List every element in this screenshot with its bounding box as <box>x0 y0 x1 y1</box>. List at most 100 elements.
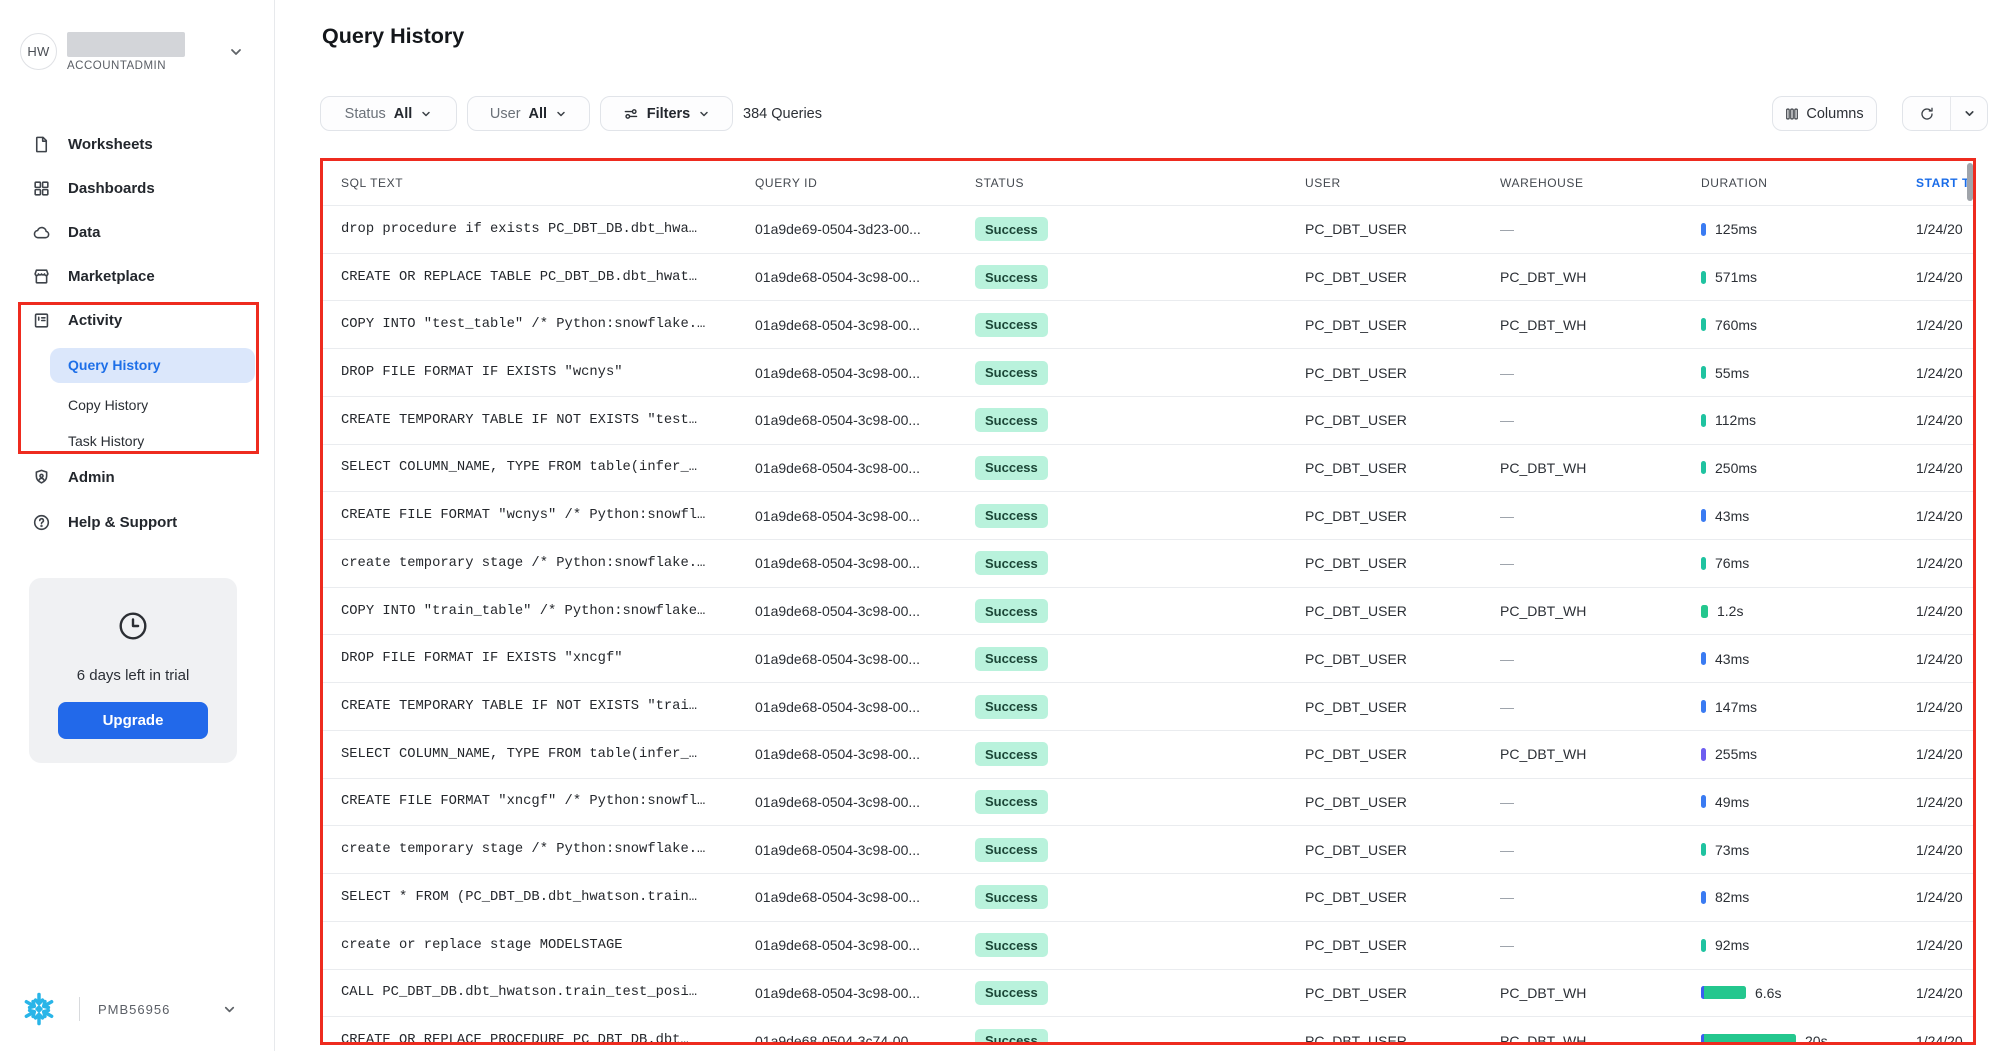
table-row[interactable]: DROP FILE FORMAT IF EXISTS "xncgf" 01a9d… <box>323 635 1973 683</box>
start-time-cell: 1/24/20 <box>1916 412 1976 428</box>
page-title: Query History <box>322 24 464 49</box>
duration-value: 20s <box>1805 1033 1828 1045</box>
query-id-cell: 01a9de68-0504-3c98-00... <box>755 555 975 571</box>
sidebar-item-worksheets[interactable]: Worksheets <box>0 123 275 167</box>
status-filter-label: Status <box>345 106 386 122</box>
table-row[interactable]: SELECT COLUMN_NAME, TYPE FROM table(infe… <box>323 731 1973 779</box>
status-badge: Success <box>975 790 1048 814</box>
duration-bar <box>1701 605 1708 618</box>
duration-value: 147ms <box>1715 699 1757 715</box>
duration-bar <box>1701 318 1706 331</box>
snowflake-logo[interactable] <box>20 990 58 1028</box>
account-chevron-down-icon[interactable] <box>228 44 244 60</box>
refresh-button[interactable] <box>1903 97 1951 130</box>
status-cell: Success <box>975 599 1305 623</box>
sidebar-item-activity[interactable]: Activity <box>0 299 275 343</box>
table-row[interactable]: CALL PC_DBT_DB.dbt_hwatson.train_test_po… <box>323 970 1973 1018</box>
vertical-scrollbar-thumb[interactable] <box>1967 163 1973 201</box>
sql-text-cell: create temporary stage /* Python:snowfla… <box>323 556 755 571</box>
table-row[interactable]: CREATE OR REPLACE TABLE PC_DBT_DB.dbt_hw… <box>323 254 1973 302</box>
table-row[interactable]: create temporary stage /* Python:snowfla… <box>323 540 1973 588</box>
table-row[interactable]: create temporary stage /* Python:snowfla… <box>323 826 1973 874</box>
table-row[interactable]: CREATE OR REPLACE PROCEDURE PC_DBT_DB.db… <box>323 1017 1973 1045</box>
status-cell: Success <box>975 313 1305 337</box>
start-time-cell: 1/24/20 <box>1916 221 1976 237</box>
duration-cell: 82ms <box>1701 889 1916 905</box>
start-time-cell: 1/24/20 <box>1916 746 1976 762</box>
start-time-cell: 1/24/20 <box>1916 508 1976 524</box>
refresh-split-button <box>1902 96 1988 131</box>
status-cell: Success <box>975 885 1305 909</box>
duration-value: 49ms <box>1715 794 1749 810</box>
duration-cell: 20s <box>1701 1033 1916 1045</box>
warehouse-cell: — <box>1500 794 1701 810</box>
warehouse-cell: PC_DBT_WH <box>1500 317 1701 333</box>
columns-button[interactable]: Columns <box>1772 96 1877 131</box>
user-cell: PC_DBT_USER <box>1305 603 1500 619</box>
warehouse-cell: PC_DBT_WH <box>1500 603 1701 619</box>
status-badge: Success <box>975 361 1048 385</box>
table-row[interactable]: DROP FILE FORMAT IF EXISTS "wcnys" 01a9d… <box>323 349 1973 397</box>
start-time-cell: 1/24/20 <box>1916 365 1976 381</box>
start-time-cell: 1/24/20 <box>1916 269 1976 285</box>
table-row[interactable]: COPY INTO "test_table" /* Python:snowfla… <box>323 301 1973 349</box>
avatar[interactable]: HW <box>20 33 57 70</box>
sql-text-cell: CREATE TEMPORARY TABLE IF NOT EXISTS "te… <box>323 413 755 428</box>
start-time-cell: 1/24/20 <box>1916 842 1976 858</box>
refresh-options-chevron[interactable] <box>1951 97 1987 130</box>
sql-text-cell: SELECT * FROM (PC_DBT_DB.dbt_hwatson.tra… <box>323 890 755 905</box>
status-badge: Success <box>975 408 1048 432</box>
sidebar-item-admin[interactable]: Admin <box>0 456 275 500</box>
table-row[interactable]: SELECT COLUMN_NAME, TYPE FROM table(infe… <box>323 445 1973 493</box>
query-id-cell: 01a9de68-0504-3c98-00... <box>755 937 975 953</box>
sidebar-item-help-support[interactable]: Help & Support <box>0 501 275 545</box>
sidebar-item-dashboards[interactable]: Dashboards <box>0 167 275 211</box>
table-row[interactable]: CREATE FILE FORMAT "wcnys" /* Python:sno… <box>323 492 1973 540</box>
table-row[interactable]: COPY INTO "train_table" /* Python:snowfl… <box>323 588 1973 636</box>
sql-text-cell: DROP FILE FORMAT IF EXISTS "wcnys" <box>323 365 755 380</box>
column-header-query-id[interactable]: QUERY ID <box>755 176 975 190</box>
warehouse-cell: — <box>1500 555 1701 571</box>
column-header-duration[interactable]: DURATION <box>1701 176 1916 190</box>
sidebar-item-data[interactable]: Data <box>0 211 275 255</box>
footer-chevron-down-icon[interactable] <box>222 1002 237 1017</box>
query-id-cell: 01a9de68-0504-3c98-00... <box>755 365 975 381</box>
upgrade-button[interactable]: Upgrade <box>58 702 208 739</box>
table-row[interactable]: CREATE TEMPORARY TABLE IF NOT EXISTS "te… <box>323 397 1973 445</box>
user-cell: PC_DBT_USER <box>1305 794 1500 810</box>
sidebar-item-label: Marketplace <box>68 255 155 299</box>
status-filter[interactable]: Status All <box>320 96 457 131</box>
sidebar-item-copy-history[interactable]: Copy History <box>68 391 148 419</box>
sidebar-item-task-history[interactable]: Task History <box>68 427 144 455</box>
duration-value: 55ms <box>1715 365 1749 381</box>
sidebar-item-marketplace[interactable]: Marketplace <box>0 255 275 299</box>
table-row[interactable]: drop procedure if exists PC_DBT_DB.dbt_h… <box>323 206 1973 254</box>
status-badge: Success <box>975 456 1048 480</box>
status-badge: Success <box>975 265 1048 289</box>
query-id-cell: 01a9de68-0504-3c98-00... <box>755 842 975 858</box>
duration-bar <box>1701 652 1706 665</box>
dashboards-icon <box>32 179 51 198</box>
column-header-warehouse[interactable]: WAREHOUSE <box>1500 176 1701 190</box>
sql-text-cell: SELECT COLUMN_NAME, TYPE FROM table(infe… <box>323 460 755 475</box>
warehouse-cell: — <box>1500 221 1701 237</box>
duration-cell: 73ms <box>1701 842 1916 858</box>
table-row[interactable]: create or replace stage MODELSTAGE 01a9d… <box>323 922 1973 970</box>
column-header-status[interactable]: STATUS <box>975 176 1305 190</box>
worksheets-icon <box>32 135 51 154</box>
column-header-user[interactable]: USER <box>1305 176 1500 190</box>
column-header-sql-text[interactable]: SQL TEXT <box>323 176 755 190</box>
user-filter-label: User <box>490 106 521 122</box>
table-row[interactable]: SELECT * FROM (PC_DBT_DB.dbt_hwatson.tra… <box>323 874 1973 922</box>
user-filter[interactable]: User All <box>467 96 590 131</box>
chevron-down-icon <box>420 108 432 120</box>
duration-bar <box>1701 223 1706 236</box>
account-code[interactable]: PMB56956 <box>98 1002 170 1017</box>
sidebar-item-query-history[interactable]: Query History <box>50 348 255 383</box>
sidebar-item-label: Help & Support <box>68 501 177 545</box>
table-row[interactable]: CREATE FILE FORMAT "xncgf" /* Python:sno… <box>323 779 1973 827</box>
table-row[interactable]: CREATE TEMPORARY TABLE IF NOT EXISTS "tr… <box>323 683 1973 731</box>
filters-button[interactable]: Filters <box>600 96 733 131</box>
duration-cell: 49ms <box>1701 794 1916 810</box>
duration-value: 43ms <box>1715 651 1749 667</box>
